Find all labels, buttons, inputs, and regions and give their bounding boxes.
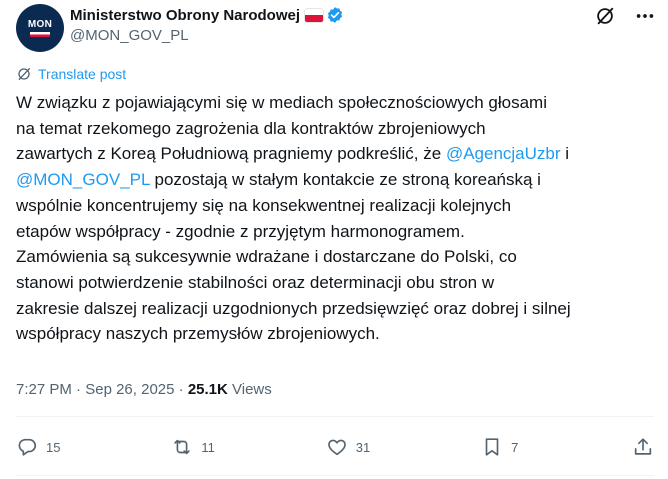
poland-flag-icon (305, 8, 324, 22)
avatar-text: MON (27, 19, 53, 30)
grok-icon[interactable] (594, 5, 616, 27)
mention-mon-gov-pl[interactable]: @MON_GOV_PL (16, 170, 150, 189)
divider (16, 416, 654, 417)
bookmark-count: 7 (511, 439, 519, 455)
avatar-flag-stripe (30, 32, 50, 37)
verified-badge-icon (327, 7, 343, 23)
tweet-text: W związku z pojawiającymi się w mediach … (16, 90, 661, 347)
like-count: 31 (355, 439, 371, 455)
tweet-line: etapów współpracy - zgodnie z przyjętym … (16, 221, 465, 241)
tweet-line: i (560, 144, 570, 164)
repost-count: 11 (201, 439, 215, 455)
tweet-header: MON Ministerstwo Obrony Narodowej @MON_G… (16, 4, 656, 52)
bookmark-icon (485, 438, 499, 456)
repost-icon (174, 439, 191, 455)
reply-icon (18, 438, 37, 456)
like-button[interactable]: 31 (326, 436, 370, 458)
bookmark-button[interactable]: 7 (481, 436, 521, 458)
heart-icon (327, 439, 346, 456)
reply-count: 15 (46, 439, 61, 455)
meta-separator: · (174, 381, 188, 398)
header-icons (594, 4, 656, 28)
tweet-line: zakresie dalszej realizacji uzgodnionych… (16, 298, 571, 318)
tweet-line: stanowi potwierdzenie stabilności oraz d… (16, 272, 495, 292)
translate-post-link[interactable]: Translate post (16, 66, 126, 82)
share-icon (634, 438, 652, 455)
tweet-line: współpracy naszych przemysłów zbrojeniow… (16, 324, 380, 344)
handle[interactable]: @MON_GOV_PL (70, 27, 189, 44)
share-button[interactable] (632, 436, 654, 458)
tweet-meta: 7:27 PM · Sep 26, 2025 · 25.1K Views (16, 381, 272, 398)
translate-post-label: Translate post (38, 66, 127, 82)
repost-button[interactable]: 11 (171, 436, 215, 458)
reply-button[interactable]: 15 (16, 436, 60, 458)
meta-separator: · (71, 381, 86, 398)
name-row: Ministerstwo Obrony Narodowej (70, 4, 344, 26)
views-count: 25.1K (187, 381, 228, 398)
tweet-line: Zamówienia są sukcesywnie wdrażane i dos… (16, 247, 517, 267)
avatar[interactable]: MON (16, 4, 64, 52)
tweet-date[interactable]: Sep 26, 2025 (85, 381, 174, 398)
mention-agencjauzbr[interactable]: @AgencjaUzbr (446, 144, 561, 163)
divider (16, 475, 654, 476)
tweet-line: W związku z pojawiającymi się w mediach … (16, 93, 547, 112)
tweet-line: wspólnie koncentrujemy się na konsekwent… (16, 195, 512, 215)
more-options-icon[interactable] (634, 5, 656, 27)
tweet-line: zawartych z Koreą Południową pragniemy p… (16, 144, 446, 164)
translate-icon (18, 68, 30, 80)
tweet-time[interactable]: 7:27 PM (16, 381, 72, 398)
action-bar: 15 11 31 7 (16, 434, 654, 460)
views-label: Views (227, 381, 272, 398)
tweet-line: pozostają w stałym kontakcie ze stroną k… (149, 170, 541, 190)
display-name[interactable]: Ministerstwo Obrony Narodowej (70, 7, 300, 24)
tweet-line: na temat rzekomego zagrożenia dla kontra… (16, 118, 486, 138)
